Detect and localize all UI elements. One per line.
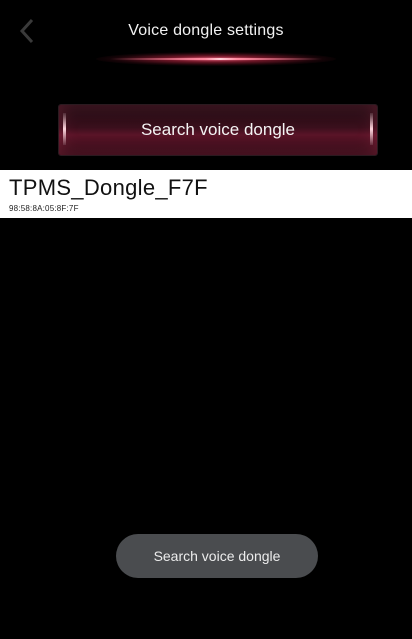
search-button-label: Search voice dongle xyxy=(140,120,296,139)
device-name: TPMS_Dongle_F7F xyxy=(9,175,208,200)
toast-text: Search voice dongle xyxy=(153,548,281,564)
device-list-item[interactable]: TPMS_Dongle_F7F 98:58:8A:05:8F:7F xyxy=(0,170,412,218)
toast-message: Search voice dongle xyxy=(116,534,318,578)
page-title: Voice dongle settings xyxy=(128,22,284,39)
header-divider xyxy=(110,58,322,60)
device-address: 98:58:8A:05:8F:7F xyxy=(9,204,79,213)
search-voice-dongle-button[interactable]: Search voice dongle xyxy=(58,104,378,156)
header-bar: Voice dongle settings xyxy=(0,0,412,76)
